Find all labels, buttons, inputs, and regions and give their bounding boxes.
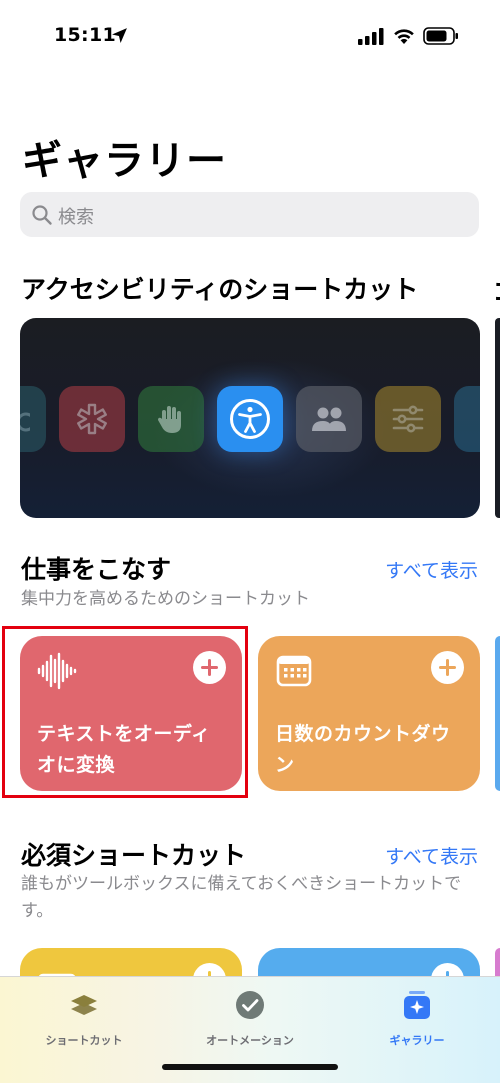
checkmark-clock-icon — [236, 991, 264, 1019]
gallery-sparkle-icon — [404, 991, 430, 1019]
get-things-done-title: 仕事をこなす — [21, 555, 172, 584]
search-placeholder: 検索 — [58, 207, 94, 228]
add-shortcut-button[interactable] — [431, 651, 464, 684]
essentials-title: 必須ショートカット — [21, 841, 247, 870]
get-things-done-subtitle: 集中力を高めるためのショートカット — [21, 589, 310, 609]
essentials-see-all-link[interactable]: すべて表示 — [385, 842, 478, 869]
page-title: ギャラリー — [22, 138, 227, 184]
calendar-icon — [276, 655, 312, 687]
location-arrow-icon — [112, 28, 127, 43]
status-bar: 15:11 — [0, 0, 500, 80]
add-icon — [454, 386, 480, 452]
accessibility-banner[interactable] — [20, 318, 480, 518]
tab-gallery[interactable]: ギャラリー — [337, 987, 497, 1052]
sliders-icon — [375, 386, 441, 452]
wifi-icon — [394, 29, 414, 44]
selection-highlight — [2, 626, 248, 798]
essentials-subtitle: 誰もがツールボックスに備えておくべきショートカットです。 — [21, 874, 462, 921]
shortcut-card-countdown[interactable]: 日数のカウントダウン — [258, 636, 480, 791]
tab-label: ギャラリー — [389, 1034, 445, 1047]
people-icon — [296, 386, 362, 452]
get-things-done-see-all-link[interactable]: すべて表示 — [385, 556, 478, 583]
home-indicator — [162, 1064, 338, 1070]
accessibility-icon — [217, 386, 283, 452]
next-card-peek[interactable] — [495, 636, 500, 791]
medical-star-icon — [59, 386, 125, 452]
layers-icon — [71, 995, 97, 1015]
tab-label: オートメーション — [206, 1034, 294, 1047]
next-section-title-peek[interactable]: ゴ — [493, 272, 500, 300]
status-time: 15:11 — [54, 24, 116, 46]
search-input[interactable]: 検索 — [20, 192, 479, 237]
battery-icon — [423, 27, 458, 45]
tab-label: ショートカット — [45, 1034, 123, 1047]
cellular-signal-icon — [358, 28, 384, 45]
tab-shortcuts[interactable]: ショートカット — [4, 987, 164, 1052]
search-icon — [32, 205, 52, 225]
shortcut-card-title: 日数のカウントダウン — [275, 723, 451, 776]
link-icon — [20, 386, 46, 452]
hand-icon — [138, 386, 204, 452]
accessibility-section-title[interactable]: アクセシビリティのショートカット — [21, 270, 418, 306]
tab-automation[interactable]: オートメーション — [170, 987, 330, 1052]
next-banner-peek[interactable] — [495, 318, 500, 518]
